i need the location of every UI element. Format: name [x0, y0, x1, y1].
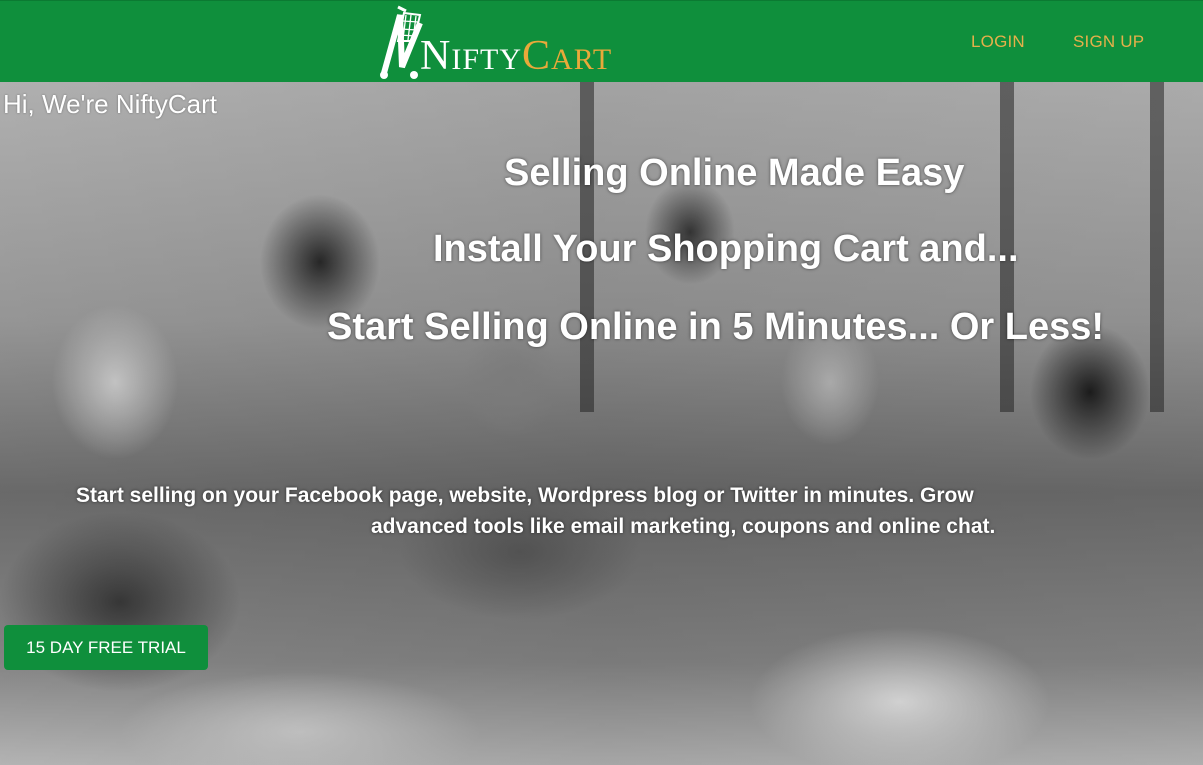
logo-letters-ifty: IFTY: [451, 43, 523, 76]
headline-2: Install Your Shopping Cart and...: [433, 228, 1019, 270]
description-line-2: advanced tools like email marketing, cou…: [371, 515, 996, 538]
hero-description: Start selling on your Facebook page, web…: [76, 480, 1203, 542]
free-trial-button[interactable]: 15 DAY FREE TRIAL: [4, 625, 208, 670]
signup-link[interactable]: SIGN UP: [1073, 32, 1144, 52]
headline-3: Start Selling Online in 5 Minutes... Or …: [327, 306, 1105, 348]
logo-wordmark: NIFTYCART: [420, 35, 612, 77]
logo-letters-art: ART: [551, 43, 613, 76]
logo-letter-n: N: [420, 33, 452, 79]
nifty-cart-logo[interactable]: NIFTYCART: [376, 5, 666, 81]
hero-section: Hi, We're NiftyCart Selling Online Made …: [0, 82, 1203, 765]
description-line-1: Start selling on your Facebook page, web…: [76, 484, 974, 507]
navbar: NIFTYCART LOGIN SIGN UP: [0, 0, 1203, 83]
logo-letter-c: C: [522, 33, 552, 79]
headline-1: Selling Online Made Easy: [504, 152, 965, 194]
greeting-text: Hi, We're NiftyCart: [3, 89, 217, 119]
login-link[interactable]: LOGIN: [971, 32, 1025, 52]
